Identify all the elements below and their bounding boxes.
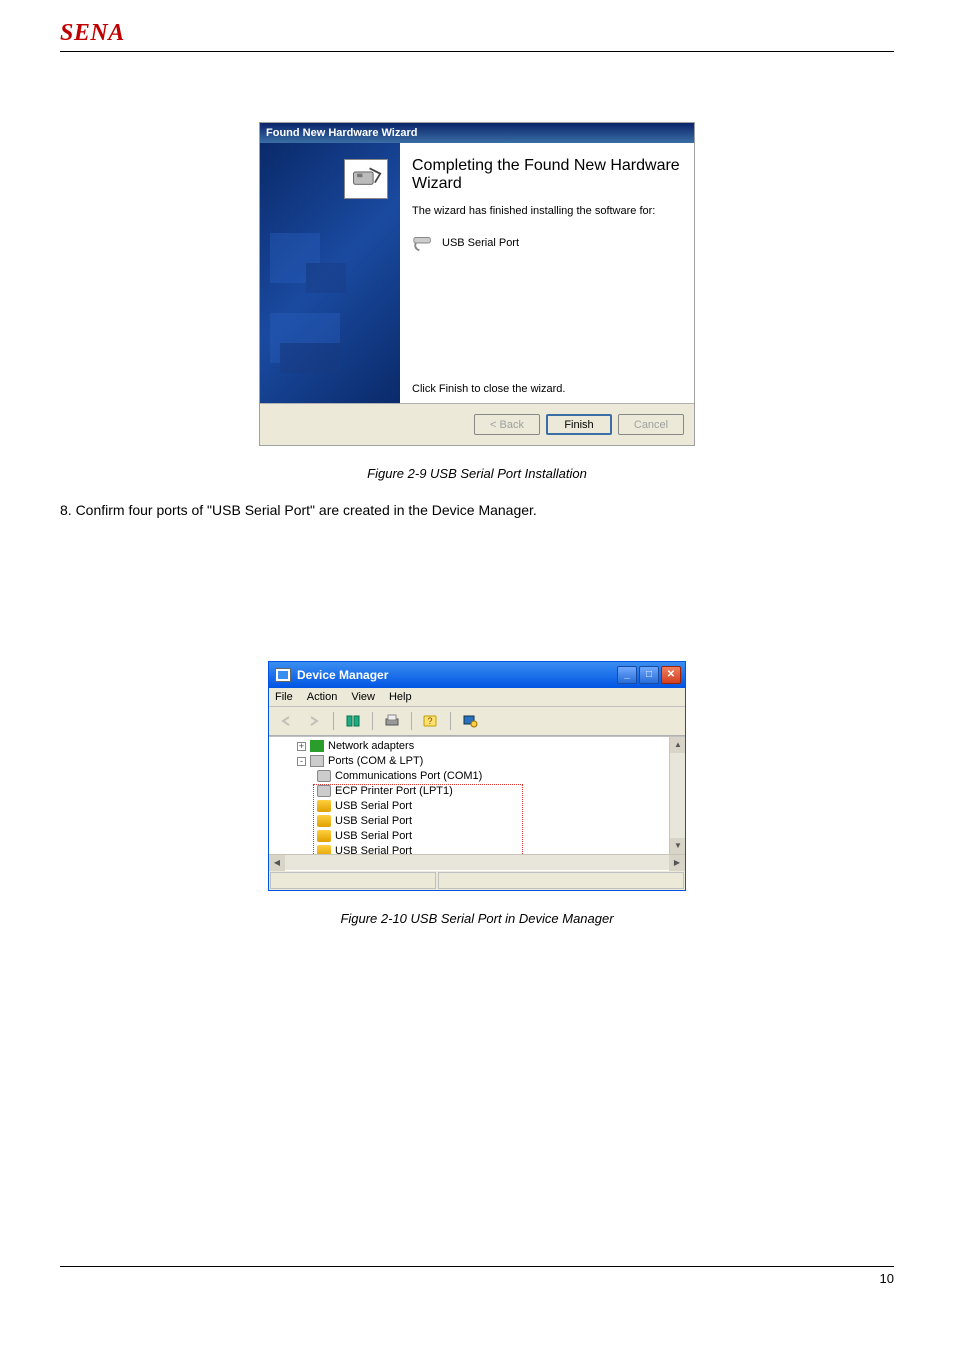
toolbar-print-icon[interactable] xyxy=(381,711,403,731)
devmgr-titlebar: Device Manager _ □ ✕ xyxy=(269,662,685,688)
wizard-button-row: < Back Finish Cancel xyxy=(260,404,694,445)
tree-item-usb4[interactable]: USB Serial Port xyxy=(335,845,412,854)
usb-port-icon xyxy=(317,815,331,827)
scroll-up-icon[interactable]: ▲ xyxy=(670,737,685,753)
wizard-body-text: The wizard has finished installing the s… xyxy=(412,205,682,217)
device-manager-window: Device Manager _ □ ✕ File Action View He… xyxy=(268,661,686,891)
devmgr-app-icon xyxy=(275,668,291,682)
tree-item-lpt1[interactable]: ECP Printer Port (LPT1) xyxy=(335,785,453,797)
menu-view[interactable]: View xyxy=(351,691,375,703)
horizontal-scrollbar[interactable]: ◀ ▶ xyxy=(269,854,685,870)
scroll-down-icon[interactable]: ▼ xyxy=(670,838,685,854)
wizard-titlebar: Found New Hardware Wizard xyxy=(260,123,694,143)
devmgr-toolbar: ? xyxy=(269,707,685,736)
tree-item-com1[interactable]: Communications Port (COM1) xyxy=(335,770,482,782)
devmgr-title-text: Device Manager xyxy=(297,668,388,682)
toolbar-back-icon[interactable] xyxy=(275,711,297,731)
tree-item-usb3[interactable]: USB Serial Port xyxy=(335,830,412,842)
tree-item-ports[interactable]: Ports (COM & LPT) xyxy=(328,755,423,767)
scroll-left-icon[interactable]: ◀ xyxy=(269,855,285,871)
tree-item-network-adapters[interactable]: Network adapters xyxy=(328,740,414,752)
toolbar-forward-icon[interactable] xyxy=(303,711,325,731)
usb-port-icon xyxy=(317,830,331,842)
toolbar-help-icon[interactable]: ? xyxy=(420,711,442,731)
wizard-heading: Completing the Found New Hardware Wizard xyxy=(412,157,682,193)
figure-caption-2: Figure 2-10 USB Serial Port in Device Ma… xyxy=(60,911,894,926)
serial-port-icon xyxy=(412,233,434,253)
cancel-button[interactable]: Cancel xyxy=(618,414,684,435)
collapse-icon[interactable]: - xyxy=(297,757,306,766)
usb-port-icon xyxy=(317,845,331,854)
network-adapters-icon xyxy=(310,740,324,752)
menu-action[interactable]: Action xyxy=(307,691,338,703)
wizard-dialog: Found New Hardware Wizard xyxy=(259,122,695,446)
page-number: 10 xyxy=(60,1267,894,1286)
minimize-button[interactable]: _ xyxy=(617,666,637,684)
finish-button[interactable]: Finish xyxy=(546,414,612,435)
usb-port-icon xyxy=(317,800,331,812)
devmgr-menubar: File Action View Help xyxy=(269,688,685,707)
step-8-text: 8. Confirm four ports of "USB Serial Por… xyxy=(60,501,894,521)
svg-text:?: ? xyxy=(427,716,432,726)
devmgr-statusbar xyxy=(269,870,685,890)
scroll-right-icon[interactable]: ▶ xyxy=(669,855,685,871)
device-name: USB Serial Port xyxy=(442,237,519,249)
toolbar-properties-icon[interactable] xyxy=(342,711,364,731)
lpt-port-icon xyxy=(317,785,331,797)
vertical-scrollbar[interactable]: ▲ ▼ xyxy=(669,737,685,854)
wizard-sidebar-graphic xyxy=(260,143,400,403)
device-tree[interactable]: + Network adapters - Ports (COM & LPT) C… xyxy=(269,736,685,854)
back-button[interactable]: < Back xyxy=(474,414,540,435)
maximize-button[interactable]: □ xyxy=(639,666,659,684)
menu-help[interactable]: Help xyxy=(389,691,412,703)
close-window-button[interactable]: ✕ xyxy=(661,666,681,684)
figure-caption-1: Figure 2-9 USB Serial Port Installation xyxy=(60,466,894,481)
ports-category-icon xyxy=(310,755,324,767)
tree-item-usb1[interactable]: USB Serial Port xyxy=(335,800,412,812)
menu-file[interactable]: File xyxy=(275,691,293,703)
com-port-icon xyxy=(317,770,331,782)
toolbar-scan-icon[interactable] xyxy=(459,711,481,731)
wizard-close-instruction: Click Finish to close the wizard. xyxy=(412,303,682,395)
brand-logo: SENA xyxy=(60,20,894,47)
tree-item-usb2[interactable]: USB Serial Port xyxy=(335,815,412,827)
expand-icon[interactable]: + xyxy=(297,742,306,751)
